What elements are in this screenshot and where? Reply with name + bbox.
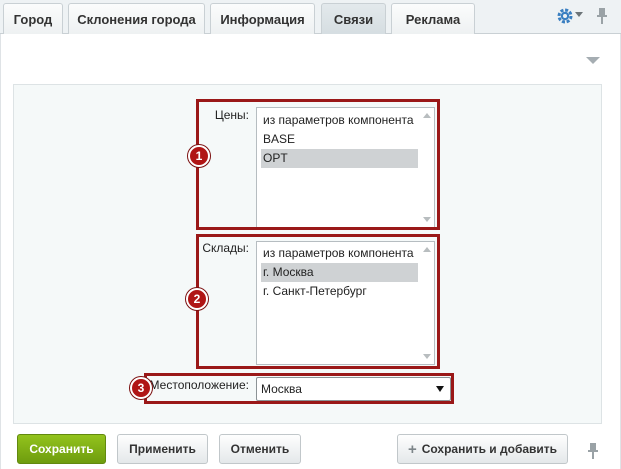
plus-icon: +: [407, 440, 417, 458]
cancel-button[interactable]: Отменить: [219, 434, 301, 464]
tab-information[interactable]: Информация: [210, 3, 315, 34]
step-badge-3: 3: [130, 377, 152, 399]
form-footer: Сохранить Применить Отменить + Сохранить…: [0, 424, 621, 469]
prices-listbox[interactable]: из параметров компонента BASE OPT: [256, 107, 435, 228]
warehouses-listbox[interactable]: из параметров компонента г. Москва г. Са…: [256, 241, 435, 365]
step-badge-1: 1: [188, 145, 210, 167]
warehouses-option[interactable]: из параметров компонента: [257, 244, 434, 263]
prices-option[interactable]: BASE: [257, 130, 434, 149]
chevron-down-icon[interactable]: [575, 10, 583, 18]
tab-links[interactable]: Связи: [321, 3, 386, 35]
prices-option[interactable]: из параметров компонента: [257, 111, 434, 130]
cancel-button-label: Отменить: [230, 442, 290, 456]
location-select[interactable]: Москва: [256, 377, 451, 401]
scroll-down-icon[interactable]: [423, 217, 431, 222]
step-badge-2: 2: [186, 288, 208, 310]
tab-label: Реклама: [405, 11, 461, 27]
gear-icon[interactable]: [556, 7, 574, 25]
apply-button-label: Применить: [129, 442, 196, 456]
tab-label: Связи: [333, 12, 374, 27]
warehouses-option[interactable]: г. Санкт-Петербург: [257, 282, 434, 301]
prices-label: Цены:: [214, 108, 249, 122]
scroll-down-icon[interactable]: [423, 354, 431, 359]
tab-label: Информация: [220, 11, 305, 27]
warehouses-scrollbar[interactable]: [420, 242, 434, 364]
tab-ads[interactable]: Реклама: [391, 3, 475, 34]
save-and-add-label: Сохранить и добавить: [421, 442, 558, 456]
prices-option-selected[interactable]: OPT: [261, 149, 418, 168]
tab-city[interactable]: Город: [3, 3, 63, 34]
tab-label: Склонения города: [77, 11, 196, 27]
tab-bar: Город Склонения города Информация Связи …: [0, 0, 621, 35]
location-select-value: Москва: [261, 382, 302, 396]
location-label: Местоположение:: [149, 378, 249, 392]
warehouses-option-selected[interactable]: г. Москва: [261, 263, 418, 282]
prices-scrollbar[interactable]: [420, 108, 434, 227]
save-button[interactable]: Сохранить: [17, 434, 106, 464]
apply-button[interactable]: Применить: [117, 434, 208, 464]
scroll-up-icon[interactable]: [423, 113, 431, 118]
pin-icon[interactable]: [595, 7, 609, 25]
collapse-arrow-icon[interactable]: [586, 57, 600, 64]
save-and-add-button[interactable]: + Сохранить и добавить: [397, 434, 568, 464]
warehouses-label: Склады:: [202, 241, 249, 255]
save-button-label: Сохранить: [29, 442, 94, 456]
main-content: Цены: из параметров компонента BASE OPT …: [0, 34, 621, 424]
links-form-panel: Цены: из параметров компонента BASE OPT …: [13, 84, 602, 424]
dropdown-arrow-icon: [436, 386, 444, 392]
tab-label: Город: [13, 11, 53, 27]
pin-icon[interactable]: [586, 442, 600, 460]
scroll-up-icon[interactable]: [423, 247, 431, 252]
tab-city-declensions[interactable]: Склонения города: [68, 3, 205, 34]
